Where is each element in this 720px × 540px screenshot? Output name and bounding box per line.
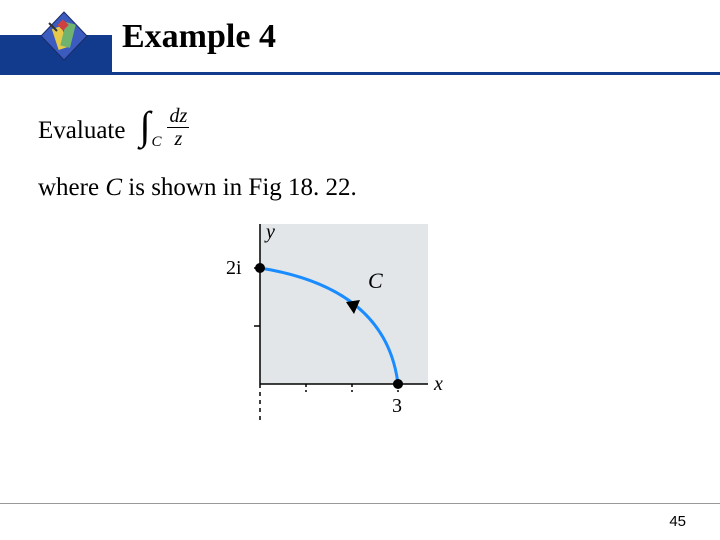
y-axis-label: y <box>264 221 275 243</box>
where-suffix: is shown in Fig 18. 22. <box>122 174 357 201</box>
where-prefix: where <box>38 174 105 201</box>
integral-fraction: dz z <box>167 106 189 149</box>
slide-title: Example 4 <box>122 18 276 56</box>
integral-sign: ∫ <box>139 102 150 149</box>
page-number: 45 <box>669 513 686 530</box>
y-tick-2i: 2i <box>226 257 242 279</box>
integral-subscript: C <box>151 134 161 151</box>
x-tick-3: 3 <box>392 395 402 417</box>
evaluate-line: Evaluate ∫ C dz z <box>38 108 199 154</box>
figure-18-22: y x 2i 3 C <box>196 218 456 438</box>
integral-expression: ∫ C dz z <box>139 108 199 154</box>
decorative-math-icon <box>36 8 92 64</box>
curve-label-c: C <box>368 268 383 293</box>
evaluate-label: Evaluate <box>38 117 125 145</box>
fraction-denominator: z <box>172 129 184 149</box>
footer-divider <box>0 503 720 504</box>
x-axis-label: x <box>433 373 443 395</box>
where-line: where C is shown in Fig 18. 22. <box>38 174 357 202</box>
fraction-numerator: dz <box>167 106 189 126</box>
slide: Example 4 Evaluate ∫ C dz z where C is s… <box>0 0 720 540</box>
where-c-italic: C <box>105 174 122 201</box>
title-underline <box>0 72 720 75</box>
